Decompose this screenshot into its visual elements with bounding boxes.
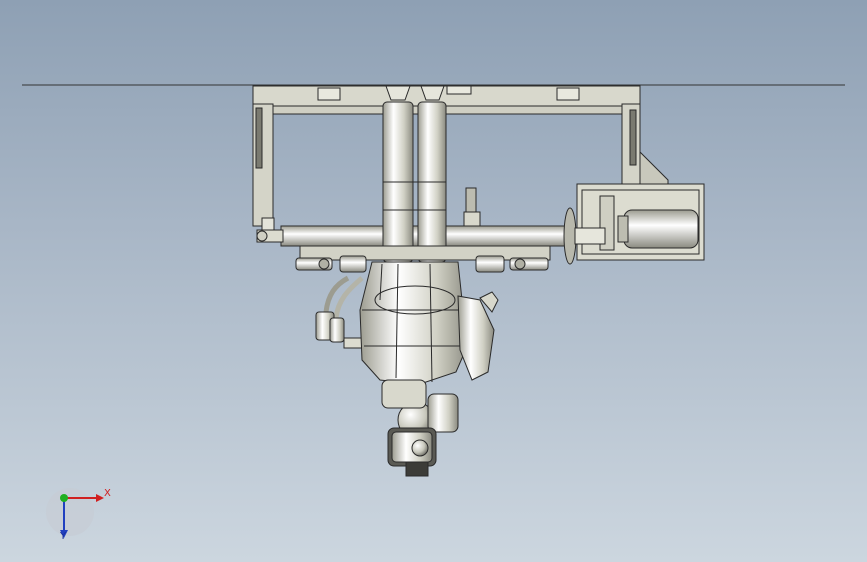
cad-viewport[interactable]: X Y <box>0 0 867 562</box>
assembly-drawing <box>22 84 845 538</box>
left-hose-assembly <box>315 275 364 349</box>
right-column <box>621 103 641 190</box>
end-effector <box>387 427 437 477</box>
right-arm-casting <box>457 291 499 381</box>
motor-cylinder <box>617 209 699 249</box>
left-column <box>252 103 275 231</box>
x-axis-label: X <box>104 488 111 499</box>
gusset-plate <box>639 150 669 187</box>
main-arm-casting <box>359 261 471 385</box>
coordinate-triad <box>46 488 104 538</box>
y-axis-label: Y <box>60 531 67 542</box>
